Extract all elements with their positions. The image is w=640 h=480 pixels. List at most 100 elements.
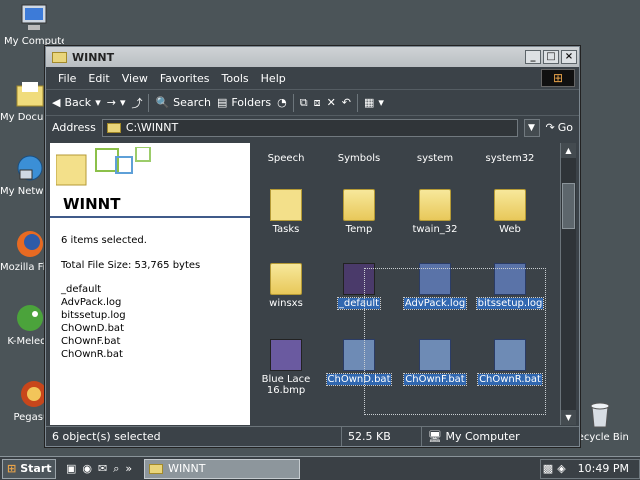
- move-to-icon: ⧉: [299, 95, 308, 109]
- move-to-button[interactable]: ⧉: [300, 96, 308, 110]
- toolbar: ◀ Back ▾ → ▾ ⤴ 🔍 Search ▤ Folders ◔ ⧉ ⧈ ✕ ↶ ▦…: [46, 89, 579, 115]
- address-bar: Address C:\WINNT ▼ ↷ Go: [46, 115, 579, 139]
- explorer-window[interactable]: WINNT _ □ × File Edit View Favorites Too…: [45, 46, 580, 447]
- scroll-thumb[interactable]: [562, 183, 575, 229]
- folder-icon: [494, 189, 526, 221]
- selected-count-text: 6 items selected.: [61, 235, 147, 246]
- vertical-scrollbar[interactable]: ▲ ▼: [560, 143, 576, 425]
- quicklaunch-browser-icon[interactable]: ◉: [82, 462, 92, 475]
- address-input[interactable]: C:\WINNT: [101, 118, 518, 137]
- undo-icon: ↶: [341, 96, 352, 109]
- tray-network-icon[interactable]: ▩: [543, 462, 553, 475]
- maximize-button[interactable]: □: [543, 50, 559, 64]
- heading-divider: [50, 216, 250, 218]
- file-list-pane[interactable]: Speech Symbols system system32 Tasks Tem…: [250, 143, 576, 425]
- status-objects: 6 object(s) selected: [46, 427, 342, 446]
- list-item[interactable]: Symbols: [323, 153, 395, 164]
- taskbar-winnt-button[interactable]: WINNT: [144, 458, 301, 479]
- list-item[interactable]: twain_32: [399, 189, 471, 235]
- delete-button[interactable]: ✕: [327, 96, 336, 109]
- firefox-icon: [17, 231, 43, 257]
- history-icon: ◔: [277, 96, 287, 109]
- selected-file-name: bitssetup.log: [61, 310, 126, 321]
- folder-large-icon: [56, 147, 151, 186]
- up-folder-button[interactable]: ⤴: [131, 95, 142, 111]
- trash-icon: [590, 402, 610, 428]
- selected-file-name: _default: [61, 284, 102, 295]
- go-arrow-icon: ↷: [545, 121, 555, 134]
- list-item[interactable]: Web: [474, 189, 546, 235]
- taskbar: ⊞ Start ▣ ◉ ✉ ⌕ » WINNT ▩ ◈ 10:49 PM: [0, 456, 640, 480]
- menu-edit[interactable]: Edit: [82, 72, 115, 85]
- folder-name-heading: WINNT: [63, 195, 121, 213]
- toolbar-divider: [292, 93, 294, 112]
- title-bar[interactable]: WINNT _ □ ×: [46, 47, 579, 67]
- folder-icon: [270, 263, 302, 295]
- menu-help[interactable]: Help: [255, 72, 292, 85]
- list-item[interactable]: winsxs: [250, 263, 322, 309]
- status-size: 52.5 KB: [342, 427, 422, 446]
- list-item[interactable]: Speech: [250, 153, 322, 164]
- folder-icon: [106, 122, 121, 133]
- menu-bar: File Edit View Favorites Tools Help ⊞: [46, 67, 579, 89]
- quicklaunch-more-icon[interactable]: »: [125, 462, 132, 475]
- tray-volume-icon[interactable]: ◈: [557, 462, 565, 475]
- views-button[interactable]: ▦ ▾: [364, 96, 384, 109]
- total-size-text: Total File Size: 53,765 bytes: [61, 260, 201, 271]
- list-item[interactable]: system: [399, 153, 471, 164]
- folder-icon: [52, 51, 67, 63]
- quicklaunch-search-icon[interactable]: ⌕: [113, 462, 119, 476]
- bmp-file-icon: [270, 339, 302, 371]
- toolbar-divider: [357, 93, 359, 112]
- search-icon: 🔍: [155, 96, 170, 109]
- network-icon: [17, 155, 43, 181]
- menu-tools[interactable]: Tools: [216, 72, 255, 85]
- address-value: C:\WINNT: [125, 121, 179, 134]
- list-item[interactable]: system32: [474, 153, 546, 164]
- chameleon-icon: [17, 305, 43, 331]
- selected-file-name: AdvPack.log: [61, 297, 122, 308]
- scroll-down-button[interactable]: ▼: [561, 410, 576, 425]
- menu-favorites[interactable]: Favorites: [154, 72, 216, 85]
- close-button[interactable]: ×: [561, 50, 577, 64]
- go-button[interactable]: ↷ Go: [546, 121, 573, 134]
- windows-logo-icon: ⊞: [7, 462, 17, 475]
- folders-icon: ▤: [216, 96, 228, 109]
- views-icon: ▦: [364, 96, 375, 109]
- clock: 10:49 PM: [577, 462, 629, 475]
- chevron-down-icon: ▾: [119, 96, 126, 109]
- history-button[interactable]: ◔: [277, 96, 287, 109]
- selected-file-name: ChOwnD.bat: [61, 323, 124, 334]
- back-button[interactable]: ◀ Back ▾: [52, 96, 101, 109]
- toolbar-divider: [148, 93, 150, 112]
- address-label: Address: [52, 121, 96, 134]
- scroll-up-button[interactable]: ▲: [561, 143, 576, 158]
- quicklaunch-desktop-icon[interactable]: ▣: [66, 462, 76, 475]
- list-item[interactable]: Blue Lace 16.bmp: [250, 339, 322, 396]
- copy-to-button[interactable]: ⧈: [314, 96, 321, 110]
- list-item[interactable]: Tasks: [250, 189, 322, 235]
- selected-file-name: ChOwnR.bat: [61, 349, 123, 360]
- windows-logo-icon: ⊞: [541, 69, 575, 87]
- start-button[interactable]: ⊞ Start: [2, 458, 56, 479]
- menu-view[interactable]: View: [116, 72, 154, 85]
- details-pane: WINNT 6 items selected. Total File Size:…: [50, 143, 250, 425]
- my-computer-icon[interactable]: My Computer: [4, 2, 64, 47]
- folder-icon: [343, 189, 375, 221]
- quicklaunch-mail-icon[interactable]: ✉: [98, 462, 107, 475]
- search-button[interactable]: 🔍 Search: [155, 96, 211, 109]
- forward-arrow-icon: →: [106, 96, 116, 109]
- list-item[interactable]: Temp: [323, 189, 395, 235]
- chevron-down-icon: ▾: [378, 96, 384, 109]
- forward-button[interactable]: → ▾: [107, 96, 126, 109]
- folders-button[interactable]: ▤ Folders: [217, 96, 271, 109]
- window-title: WINNT: [72, 50, 115, 64]
- documents-folder-icon: [16, 82, 44, 107]
- menu-file[interactable]: File: [52, 72, 82, 85]
- address-dropdown-button[interactable]: ▼: [523, 118, 540, 137]
- minimize-button[interactable]: _: [525, 50, 541, 64]
- status-zone: 🖥 My Computer: [428, 430, 520, 443]
- undo-button[interactable]: ↶: [342, 96, 351, 109]
- tasks-folder-icon: [270, 189, 302, 221]
- computer-icon: 🖥: [428, 430, 446, 443]
